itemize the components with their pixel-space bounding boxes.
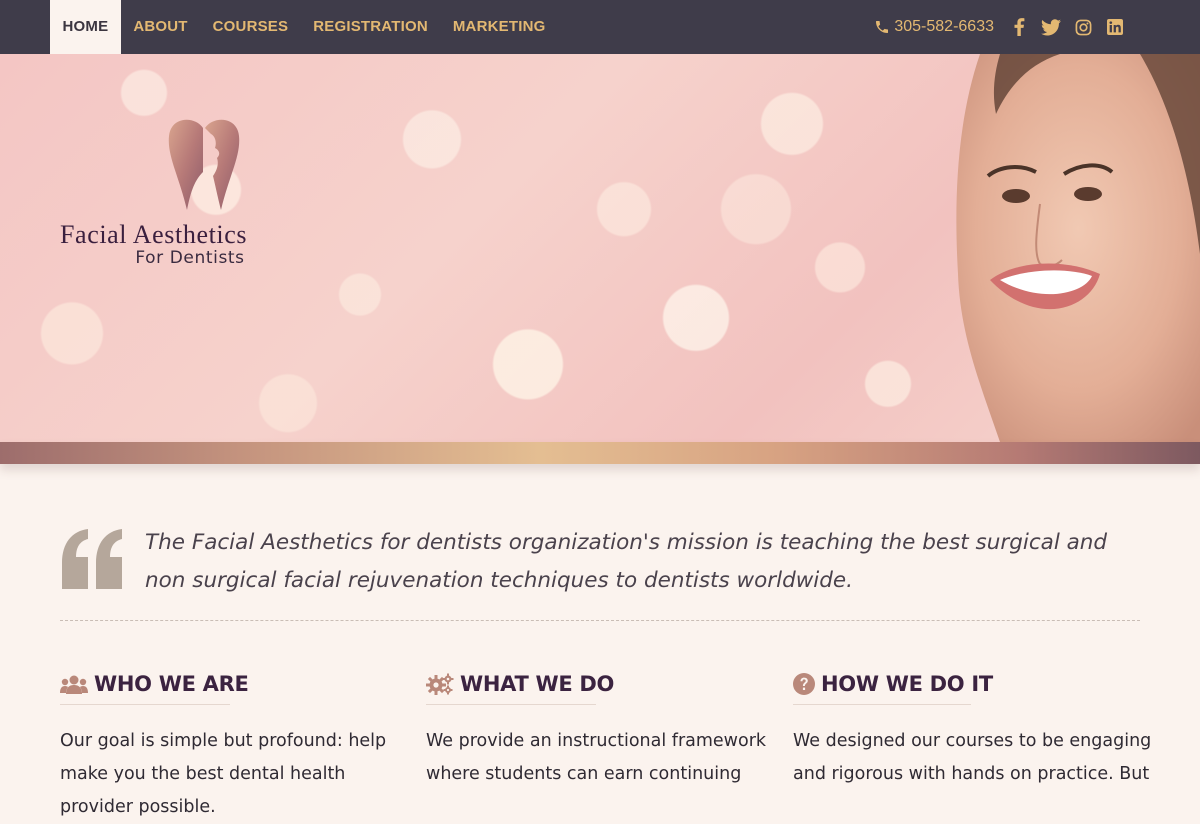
mission-quote: The Facial Aesthetics for dentists organ… [145,530,1108,593]
what-we-do-heading: WHAT WE DO [426,672,614,705]
phone-icon [876,21,889,33]
phone-number: 305-582-6633 [894,18,994,35]
facebook-icon[interactable] [1004,12,1034,42]
main-nav: HOME ABOUT COURSES REGISTRATION MARKETIN… [50,0,558,54]
who-we-are-heading: WHO WE ARE [60,672,249,705]
logo-subtitle: For Dentists [135,248,245,268]
users-icon [60,675,88,694]
how-we-do-it-section: HOW WE DO IT We designed our courses to … [793,672,1153,791]
who-we-are-text: Our goal is simple but profound: help ma… [60,731,387,817]
section-divider [60,620,1140,621]
nav-home[interactable]: HOME [50,0,121,54]
site-logo[interactable]: Facial Aesthetics For Dentists [60,114,360,268]
how-we-do-it-title: HOW WE DO IT [821,672,993,696]
phone-link[interactable]: 305-582-6633 [874,18,994,36]
linkedin-icon[interactable] [1100,12,1130,42]
hero-accent-bar [0,442,1200,464]
what-we-do-text: We provide an instructional framework wh… [426,731,767,784]
smiling-woman-photo [956,54,1200,442]
gears-icon [426,673,454,695]
instagram-icon[interactable] [1068,12,1098,42]
tooth-face-logo-icon [168,119,240,210]
how-we-do-it-heading: HOW WE DO IT [793,672,993,705]
nav-courses[interactable]: COURSES [200,0,301,54]
nav-about[interactable]: ABOUT [121,0,200,54]
what-we-do-section: WHAT WE DO We provide an instructional f… [426,672,786,791]
nav-registration[interactable]: REGISTRATION [301,0,441,54]
what-we-do-title: WHAT WE DO [460,672,615,696]
who-we-are-section: WHO WE ARE Our goal is simple but profou… [60,672,420,824]
question-circle-icon [793,673,815,695]
quote-icon [62,529,122,589]
hero-banner: Facial Aesthetics For Dentists [0,54,1200,442]
logo-title: Facial Aesthetics [60,220,248,249]
how-we-do-it-text: We designed our courses to be engaging a… [793,731,1152,784]
who-we-are-title: WHO WE ARE [94,672,249,696]
top-navbar: HOME ABOUT COURSES REGISTRATION MARKETIN… [0,0,1200,54]
nav-marketing[interactable]: MARKETING [440,0,558,54]
twitter-icon[interactable] [1036,12,1066,42]
nav-contact: 305-582-6633 [874,0,1130,54]
